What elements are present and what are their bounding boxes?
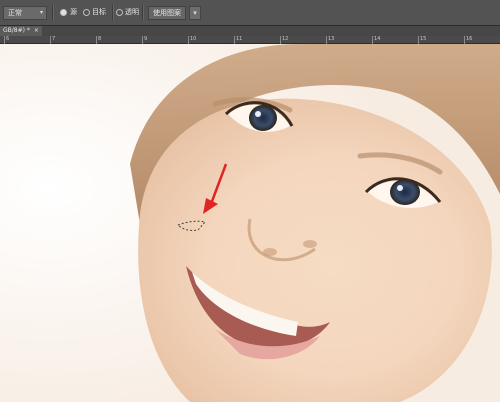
close-icon[interactable]: × <box>34 27 39 34</box>
ruler-label: 7 <box>52 36 56 42</box>
radio-transparent[interactable] <box>116 9 123 16</box>
ruler-label: 6 <box>6 36 10 42</box>
ruler-label: 8 <box>98 36 102 42</box>
ruler-tick <box>4 36 5 44</box>
mode-dropdown[interactable]: 正常 ▾ <box>3 6 47 20</box>
document-tab-title: GB/8#) * <box>3 27 30 34</box>
ruler-tick <box>326 36 327 44</box>
tool-options-bar: 正常 ▾ 源 目标 透明 使用图案 ▾ <box>0 0 500 26</box>
ruler-label: 16 <box>466 36 473 42</box>
use-pattern-button[interactable]: 使用图案 <box>148 6 186 20</box>
ruler-label: 10 <box>190 36 197 42</box>
ruler-label: 14 <box>374 36 381 42</box>
ruler-tick <box>96 36 97 44</box>
ruler-tick <box>418 36 419 44</box>
document-tab-bar: GB/8#) * × <box>0 26 500 36</box>
ruler-label: 11 <box>236 36 243 42</box>
toolbar-separator <box>142 5 144 21</box>
ruler-label: 9 <box>144 36 148 42</box>
mode-dropdown-value: 正常 <box>8 9 22 17</box>
ruler-tick <box>50 36 51 44</box>
ruler-label: 15 <box>420 36 427 42</box>
ruler-tick <box>372 36 373 44</box>
horizontal-ruler: 6 7 8 9 10 11 12 13 14 15 16 <box>0 36 500 44</box>
radio-destination[interactable] <box>83 9 90 16</box>
toolbar-separator <box>112 5 114 21</box>
photo-face <box>0 44 500 402</box>
ruler-label: 12 <box>282 36 289 42</box>
toolbar-separator <box>52 5 54 21</box>
chevron-down-icon: ▾ <box>39 9 43 16</box>
ruler-label: 13 <box>328 36 335 42</box>
radio-transparent-label: 透明 <box>125 8 139 16</box>
ruler-tick <box>464 36 465 44</box>
radio-destination-label: 目标 <box>92 8 106 16</box>
ruler-tick <box>234 36 235 44</box>
radio-source-label: 源 <box>70 8 77 16</box>
ruler-tick <box>280 36 281 44</box>
document-tab[interactable]: GB/8#) * × <box>0 26 42 36</box>
radio-source[interactable] <box>60 9 67 16</box>
ruler-tick <box>188 36 189 44</box>
pattern-swatch-icon[interactable]: ▾ <box>189 6 201 20</box>
ruler-tick <box>142 36 143 44</box>
image-canvas[interactable] <box>0 44 500 402</box>
